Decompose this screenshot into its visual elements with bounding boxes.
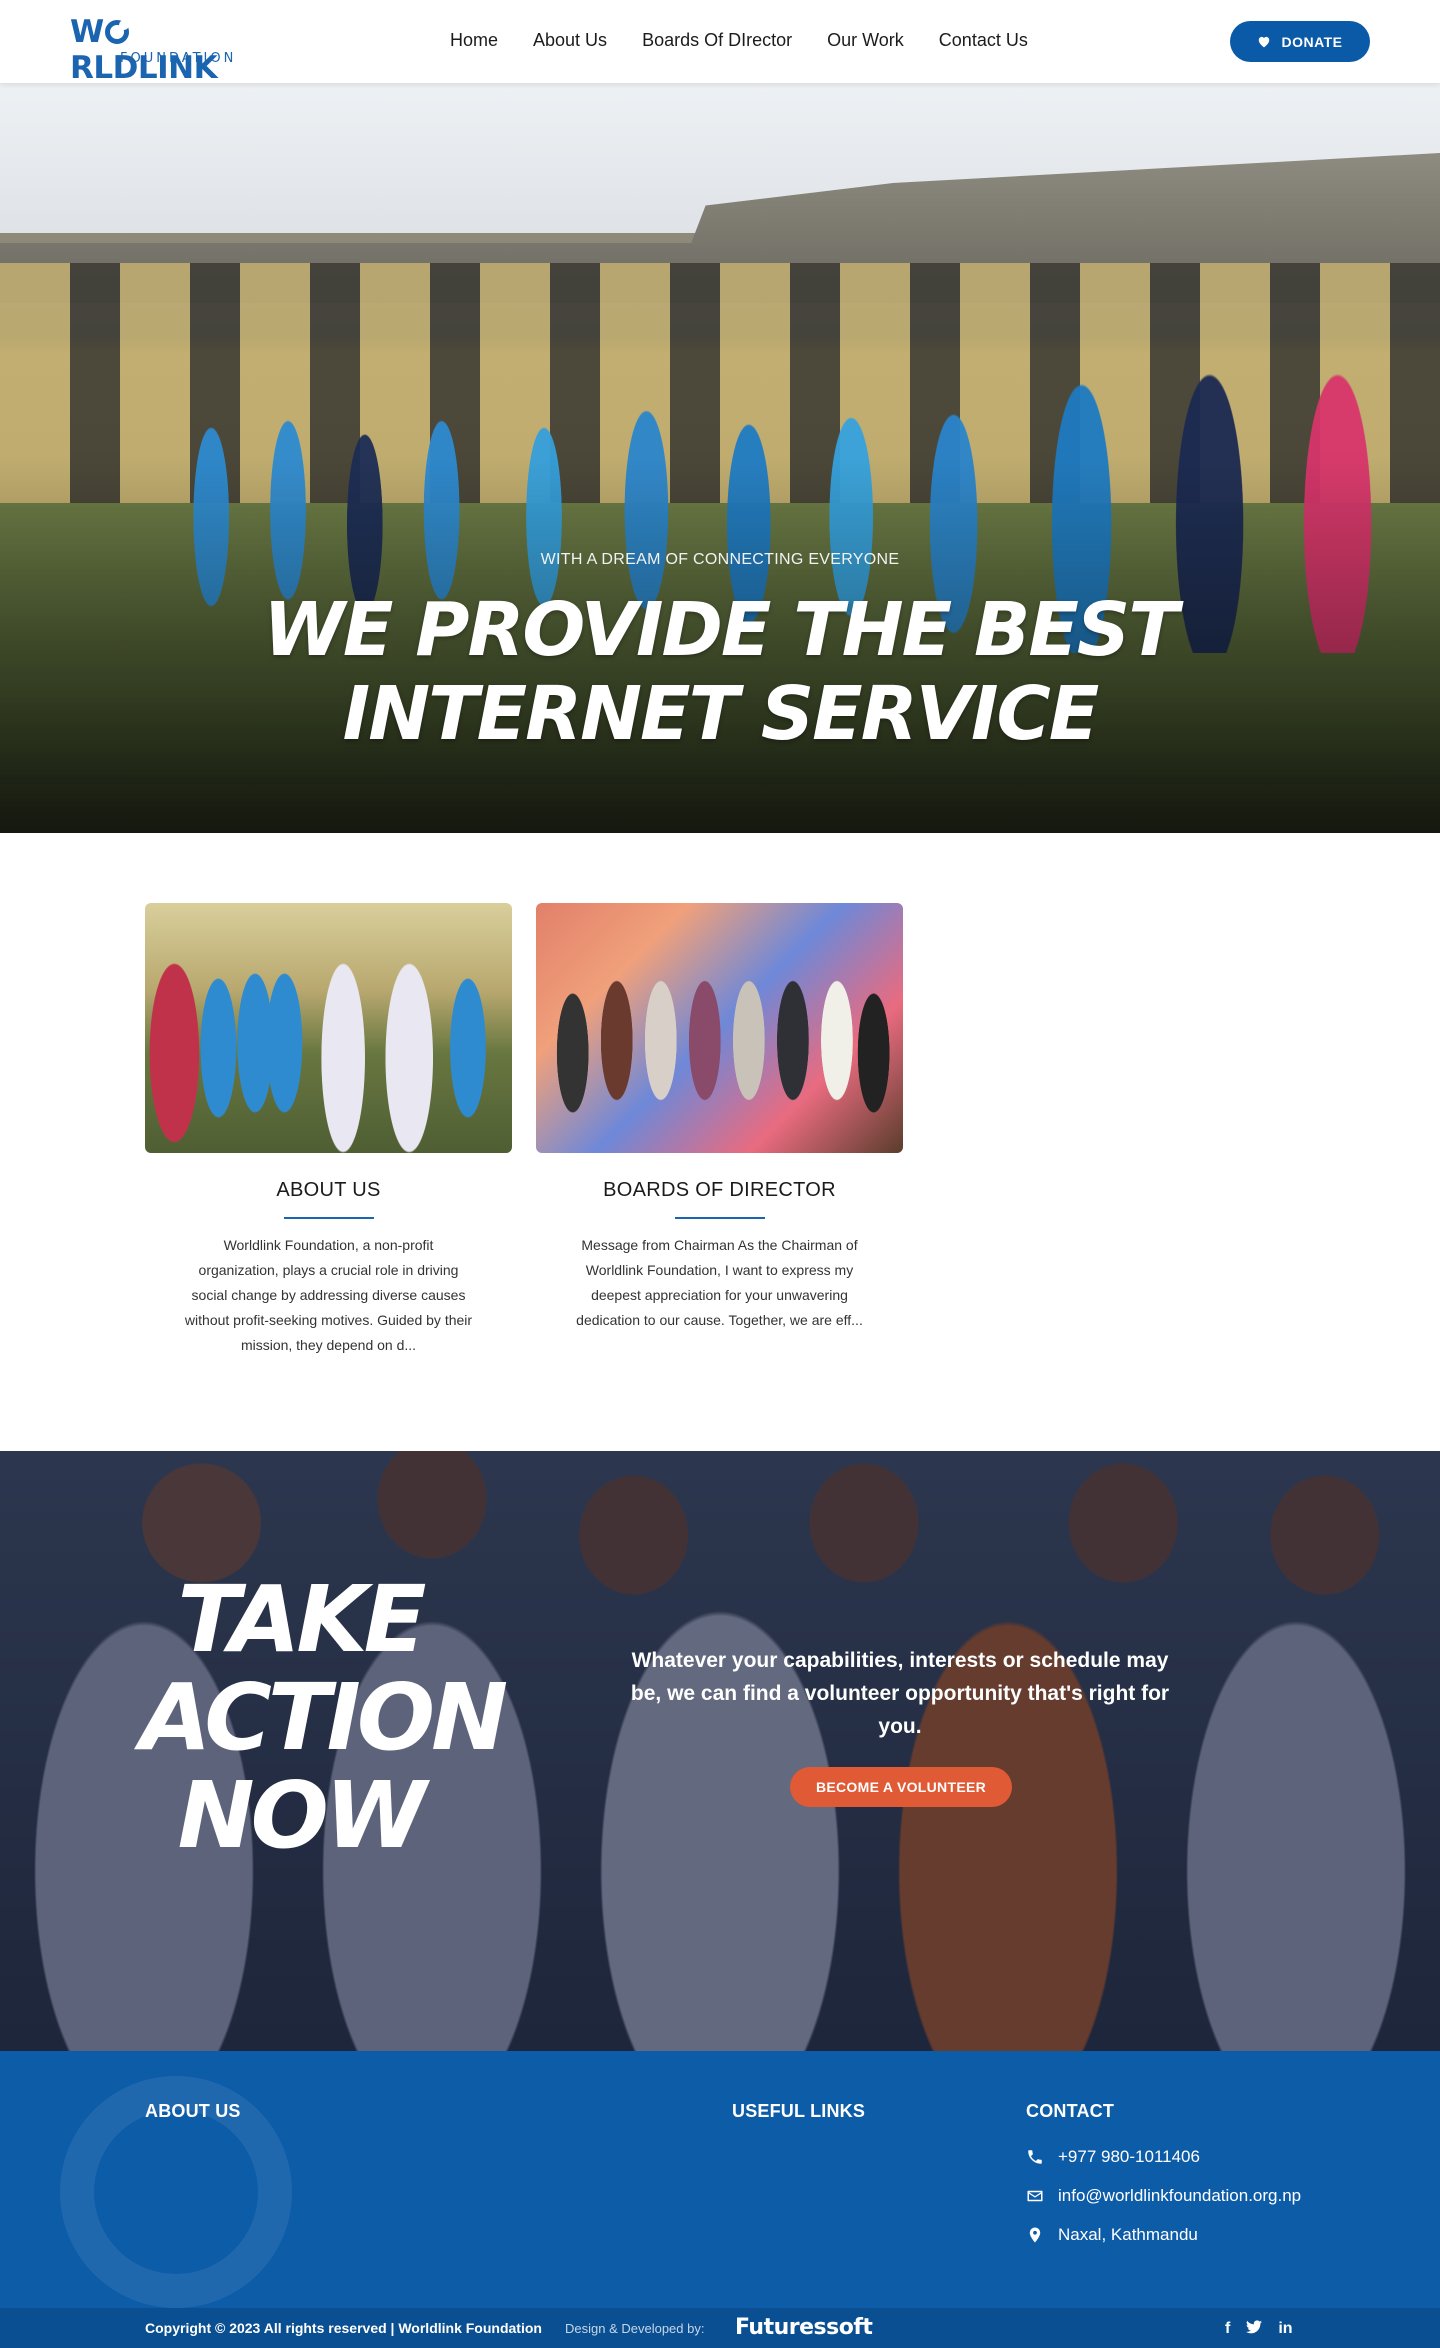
logo-wordmark: WRLDLINK (70, 14, 218, 86)
card-title[interactable]: ABOUT US (145, 1179, 512, 1202)
contact-email[interactable]: info@worldlinkfoundation.org.np (1026, 2186, 1301, 2206)
twitter-bird-icon (1246, 2320, 1263, 2334)
worldlink-logo[interactable]: WRLDLINK FOUNDATION (70, 14, 270, 86)
design-credit: Design & Developed by: (565, 2321, 705, 2336)
social-links: f in (1225, 2320, 1293, 2339)
card-excerpt: Message from Chairman As the Chairman of… (576, 1237, 863, 1328)
contact-email-text: info@worldlinkfoundation.org.np (1058, 2186, 1302, 2205)
contact-phone[interactable]: +977 980-1011406 (1026, 2147, 1200, 2167)
about-us-card[interactable]: ABOUT US Worldlink Foundation, a non-pro… (145, 903, 512, 1358)
nav-our-work[interactable]: Our Work (827, 30, 904, 51)
cta-title-line3: NOW (177, 1762, 427, 1869)
nav-contact-us[interactable]: Contact Us (939, 30, 1028, 51)
site-header: WRLDLINK FOUNDATION Home About Us Boards… (0, 0, 1440, 86)
boards-of-director-image[interactable] (536, 903, 903, 1153)
hero-title-line1: WE PROVIDE THE BEST (263, 587, 1178, 673)
hero-kicker: WITH A DREAM OF CONNECTING EVERYONE (540, 551, 900, 568)
card-title[interactable]: BOARDS OF DIRECTOR (536, 1179, 903, 1202)
copyright-text: Copyright © 2023 All rights reserved | W… (145, 2320, 542, 2336)
footer-links-heading: USEFUL LINKS (732, 2101, 866, 2121)
twitter-icon[interactable] (1246, 2320, 1263, 2339)
cta-title: TAKE ACTION NOW (140, 1566, 508, 1869)
cta-title-line1: TAKE (177, 1566, 427, 1673)
main-nav: Home About Us Boards Of DIrector Our Wor… (450, 30, 1063, 51)
map-pin-icon (1029, 2227, 1041, 2243)
volunteer-cta: TAKE ACTION NOW Whatever your capabiliti… (0, 1451, 1440, 2051)
site-footer: ABOUT US USEFUL LINKS CONTACT +977 980-1… (0, 2051, 1440, 2308)
contact-address-text: Naxal, Kathmandu (1058, 2225, 1198, 2244)
linkedin-icon[interactable]: in (1278, 2320, 1292, 2339)
logo-subtitle: FOUNDATION (120, 51, 237, 66)
about-us-image[interactable] (145, 903, 512, 1153)
hero-title: WE PROVIDE THE BEST INTERNET SERVICE (0, 588, 1440, 756)
contact-phone-text: +977 980-1011406 (1058, 2147, 1200, 2166)
envelope-icon (1027, 2190, 1043, 2202)
donate-button[interactable]: DONATE (1230, 21, 1370, 62)
card-divider (674, 1217, 765, 1219)
info-cards: ABOUT US Worldlink Foundation, a non-pro… (145, 903, 903, 1358)
developer-brand[interactable]: Futuressoft (735, 2315, 873, 2340)
hero-title-line2: INTERNET SERVICE (342, 671, 1100, 757)
nav-boards-of-director[interactable]: Boards Of DIrector (642, 30, 792, 51)
nav-home[interactable]: Home (450, 30, 498, 51)
boards-of-director-card[interactable]: BOARDS OF DIRECTOR Message from Chairman… (536, 903, 903, 1358)
footer-contact-heading: CONTACT (1026, 2101, 1115, 2121)
nav-about-us[interactable]: About Us (533, 30, 607, 51)
become-volunteer-button[interactable]: BECOME A VOLUNTEER (790, 1767, 1012, 1807)
globe-icon (104, 20, 129, 44)
hero-banner: WITH A DREAM OF CONNECTING EVERYONE WE P… (0, 83, 1440, 833)
cta-title-line2: ACTION (140, 1664, 508, 1771)
footer-bottom-bar: Copyright © 2023 All rights reserved | W… (0, 2308, 1440, 2348)
heart-icon (1259, 36, 1270, 48)
cta-description: Whatever your capabilities, interests or… (630, 1649, 1170, 1738)
facebook-icon[interactable]: f (1225, 2320, 1230, 2339)
donate-label: DONATE (1281, 33, 1343, 50)
card-divider (283, 1217, 374, 1219)
phone-icon (1028, 2150, 1042, 2164)
contact-address: Naxal, Kathmandu (1026, 2225, 1198, 2245)
card-excerpt: Worldlink Foundation, a non-profit organ… (184, 1237, 473, 1353)
footer-about-heading: ABOUT US (145, 2101, 241, 2121)
